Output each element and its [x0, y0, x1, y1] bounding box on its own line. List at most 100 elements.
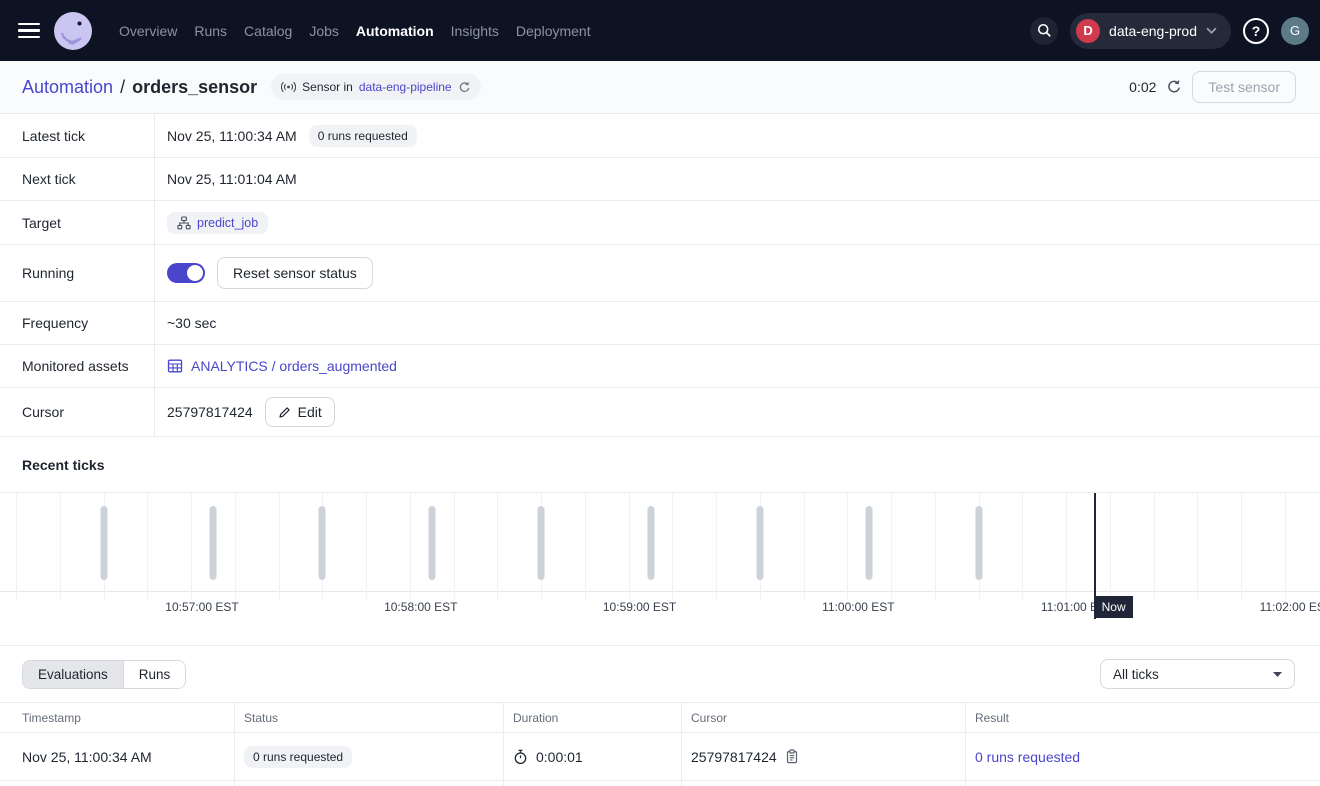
asset-table-icon	[167, 358, 183, 374]
axis-subtick	[147, 591, 148, 599]
nav-overview[interactable]: Overview	[119, 23, 177, 39]
monitored-asset-link[interactable]: ANALYTICS / orders_augmented	[167, 358, 397, 374]
cursor-value: 25797817424	[167, 404, 253, 420]
target-label: Target	[0, 201, 155, 244]
tick-bar[interactable]	[647, 506, 654, 580]
axis-subtick	[60, 591, 61, 599]
nav-catalog[interactable]: Catalog	[244, 23, 292, 39]
primary-nav: Overview Runs Catalog Jobs Automation In…	[119, 23, 591, 39]
nav-right-cluster: D data-eng-prod ? G	[1030, 13, 1309, 49]
time-axis-line	[0, 591, 1320, 592]
axis-tick-label: 10:59:00 EST	[603, 600, 676, 614]
chart-gridline	[716, 493, 717, 591]
axis-subtick	[1241, 591, 1242, 599]
tick-bar[interactable]	[428, 506, 435, 580]
tab-runs[interactable]: Runs	[123, 661, 186, 688]
evaluations-table: Timestamp Status Duration Cursor Result …	[0, 702, 1320, 786]
col-header-result: Result	[965, 703, 1320, 733]
tick-status-filter[interactable]: All ticks	[1100, 659, 1295, 689]
breadcrumb-automation-link[interactable]: Automation	[22, 77, 113, 98]
chart-gridline	[1241, 493, 1242, 591]
deployment-switcher[interactable]: D data-eng-prod	[1070, 13, 1231, 49]
cell-status: 0 runs requested	[234, 733, 503, 781]
tab-evaluations[interactable]: Evaluations	[23, 661, 123, 688]
axis-subtick	[804, 591, 805, 599]
running-toggle[interactable]	[167, 263, 205, 283]
sensor-location-badge: Sensor in data-eng-pipeline	[271, 74, 480, 100]
page-title: orders_sensor	[132, 77, 257, 98]
caret-down-icon	[1273, 672, 1282, 677]
deployment-initial-badge: D	[1076, 19, 1100, 43]
axis-subtick	[279, 591, 280, 599]
pencil-icon	[278, 406, 291, 419]
nav-insights[interactable]: Insights	[451, 23, 499, 39]
axis-subtick	[16, 591, 17, 599]
tick-bar[interactable]	[100, 506, 107, 580]
chart-gridline	[1285, 493, 1286, 591]
breadcrumb-separator: /	[120, 77, 125, 98]
user-avatar[interactable]: G	[1281, 17, 1309, 45]
help-icon[interactable]: ?	[1243, 18, 1269, 44]
result-link[interactable]: 0 runs requested	[975, 749, 1080, 765]
refresh-countdown: 0:02	[1129, 79, 1156, 95]
axis-subtick	[716, 591, 717, 599]
frequency-row: Frequency ~30 sec	[0, 302, 1320, 345]
tick-bar[interactable]	[975, 506, 982, 580]
sensor-badge-prefix: Sensor in	[302, 80, 353, 94]
tick-bar[interactable]	[319, 506, 326, 580]
cell-result: 0 runs requested	[965, 733, 1320, 781]
axis-tick-label: 11:02:00 EST	[1260, 600, 1320, 614]
breadcrumb: Automation / orders_sensor	[22, 77, 257, 98]
axis-subtick	[891, 591, 892, 599]
tick-bar[interactable]	[866, 506, 873, 580]
page-header: Automation / orders_sensor Sensor in dat…	[0, 61, 1320, 114]
copy-clipboard-icon[interactable]	[785, 749, 799, 764]
reset-sensor-status-button[interactable]: Reset sensor status	[217, 257, 373, 289]
cell-timestamp: Nov 25, 11:00:34 AM	[0, 733, 234, 781]
chart-gridline	[366, 493, 367, 591]
tick-bar[interactable]	[756, 506, 763, 580]
axis-subtick	[541, 591, 542, 599]
chart-gridline	[935, 493, 936, 591]
next-row-sliver	[0, 781, 234, 786]
cell-duration: 0:00:01	[503, 733, 681, 781]
edit-cursor-button[interactable]: Edit	[265, 397, 335, 427]
latest-tick-row: Latest tick Nov 25, 11:00:34 AM 0 runs r…	[0, 114, 1320, 158]
recent-ticks-heading: Recent ticks	[0, 437, 1320, 492]
nav-deployment[interactable]: Deployment	[516, 23, 591, 39]
col-header-duration: Duration	[503, 703, 681, 733]
running-label: Running	[0, 245, 155, 301]
running-row: Running Reset sensor status	[0, 245, 1320, 302]
axis-tick-label: 10:58:00 EST	[384, 600, 457, 614]
chart-gridline	[60, 493, 61, 591]
refresh-icon[interactable]	[1166, 79, 1182, 95]
axis-subtick	[497, 591, 498, 599]
tick-bar[interactable]	[538, 506, 545, 580]
axis-subtick	[366, 591, 367, 599]
nav-jobs[interactable]: Jobs	[309, 23, 339, 39]
nav-automation[interactable]: Automation	[356, 23, 434, 39]
chart-gridline	[410, 493, 411, 591]
next-tick-value: Nov 25, 11:01:04 AM	[167, 171, 297, 187]
chart-gridline	[1110, 493, 1111, 591]
axis-subtick	[1197, 591, 1198, 599]
reload-repository-icon[interactable]	[458, 81, 471, 94]
next-tick-row: Next tick Nov 25, 11:01:04 AM	[0, 158, 1320, 201]
dagster-logo[interactable]	[54, 12, 92, 50]
search-icon[interactable]	[1030, 17, 1058, 45]
tick-view-tabs: Evaluations Runs	[22, 660, 186, 689]
chart-gridline	[1197, 493, 1198, 591]
menu-icon[interactable]	[18, 23, 40, 39]
test-sensor-button[interactable]: Test sensor	[1192, 71, 1296, 103]
axis-subtick	[760, 591, 761, 599]
axis-subtick	[1022, 591, 1023, 599]
nav-runs[interactable]: Runs	[194, 23, 227, 39]
repository-link[interactable]: data-eng-pipeline	[359, 80, 452, 94]
monitored-assets-label: Monitored assets	[0, 345, 155, 387]
chart-gridline	[891, 493, 892, 591]
target-job-chip[interactable]: predict_job	[167, 212, 268, 234]
axis-subtick	[410, 591, 411, 599]
chart-gridline	[1154, 493, 1155, 591]
axis-tick-label: 10:57:00 EST	[165, 600, 238, 614]
tick-bar[interactable]	[209, 506, 216, 580]
